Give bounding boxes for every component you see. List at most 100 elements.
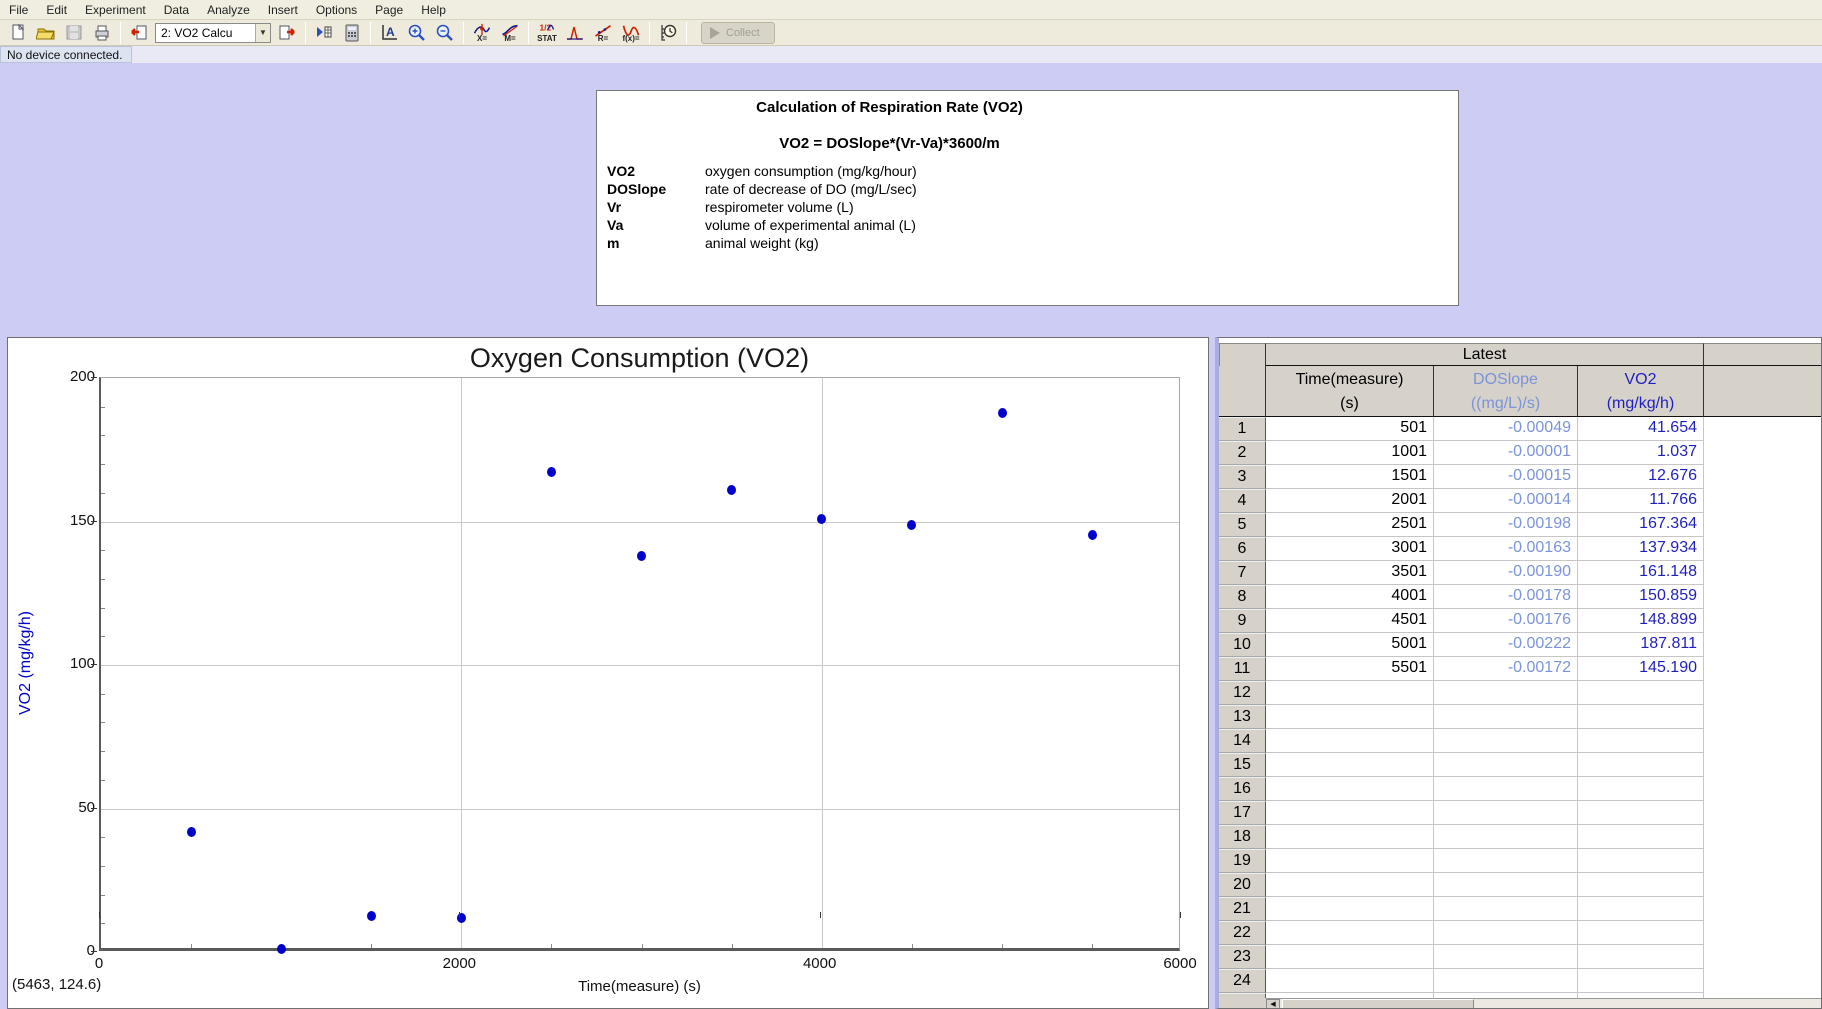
print-button[interactable]	[89, 21, 115, 45]
cell-doslope[interactable]	[1434, 753, 1578, 777]
chevron-down-icon[interactable]: ▼	[255, 24, 270, 42]
column-header-doslope[interactable]: DOSlope((mg/L)/s)	[1434, 366, 1578, 417]
cell-doslope[interactable]	[1434, 681, 1578, 705]
cell-vo2[interactable]	[1578, 849, 1704, 873]
cell-doslope[interactable]	[1434, 825, 1578, 849]
cell-doslope[interactable]: -0.00178	[1434, 585, 1578, 609]
cell-vo2[interactable]	[1578, 945, 1704, 969]
cell-doslope[interactable]	[1434, 777, 1578, 801]
cell-vo2[interactable]: 145.190	[1578, 657, 1704, 681]
cell-vo2[interactable]: 41.654	[1578, 417, 1704, 441]
data-collection-button[interactable]	[655, 21, 681, 45]
open-file-button[interactable]	[33, 21, 59, 45]
cell-doslope[interactable]	[1434, 801, 1578, 825]
table-horizontal-scrollbar[interactable]: ◀	[1266, 998, 1822, 1009]
cell-vo2[interactable]	[1578, 681, 1704, 705]
cell-time[interactable]	[1266, 825, 1434, 849]
zoom-in-button[interactable]	[404, 21, 430, 45]
data-browser-button[interactable]	[311, 21, 337, 45]
cell-doslope[interactable]: -0.00015	[1434, 465, 1578, 489]
menu-data[interactable]: Data	[155, 1, 198, 19]
new-file-button[interactable]	[5, 21, 31, 45]
tangent-button[interactable]: M=	[497, 21, 523, 45]
cell-vo2[interactable]: 148.899	[1578, 609, 1704, 633]
cell-time[interactable]: 1001	[1266, 441, 1434, 465]
cell-vo2[interactable]	[1578, 969, 1704, 993]
cell-time[interactable]	[1266, 753, 1434, 777]
cell-time[interactable]: 5001	[1266, 633, 1434, 657]
collect-button[interactable]: Collect	[701, 22, 775, 44]
cell-doslope[interactable]	[1434, 969, 1578, 993]
cell-vo2[interactable]	[1578, 897, 1704, 921]
cell-time[interactable]: 3501	[1266, 561, 1434, 585]
cell-vo2[interactable]: 1.037	[1578, 441, 1704, 465]
cell-time[interactable]: 501	[1266, 417, 1434, 441]
column-header-time[interactable]: Time(measure)(s)	[1266, 366, 1434, 417]
y-axis-label[interactable]: VO2 (mg/kg/h)	[17, 583, 35, 743]
cell-vo2[interactable]	[1578, 873, 1704, 897]
cell-doslope[interactable]: -0.00198	[1434, 513, 1578, 537]
formula-text-box[interactable]: Calculation of Respiration Rate (VO2) VO…	[596, 90, 1459, 306]
menu-analyze[interactable]: Analyze	[198, 1, 259, 19]
cell-time[interactable]: 2501	[1266, 513, 1434, 537]
cell-time[interactable]	[1266, 897, 1434, 921]
cell-doslope[interactable]	[1434, 873, 1578, 897]
cell-doslope[interactable]: -0.00049	[1434, 417, 1578, 441]
cell-time[interactable]	[1266, 681, 1434, 705]
linear-fit-button[interactable]: R=	[590, 21, 616, 45]
x-axis-label[interactable]: Time(measure) (s)	[99, 978, 1180, 995]
cell-doslope[interactable]	[1434, 705, 1578, 729]
cell-vo2[interactable]: 11.766	[1578, 489, 1704, 513]
page-selector-dropdown[interactable]: 2: VO2 Calcu▼	[155, 23, 271, 43]
previous-page-button[interactable]	[126, 21, 152, 45]
zoom-out-button[interactable]	[432, 21, 458, 45]
cell-doslope[interactable]: -0.00172	[1434, 657, 1578, 681]
cell-time[interactable]	[1266, 849, 1434, 873]
scroll-left-arrow-icon[interactable]: ◀	[1266, 999, 1280, 1009]
cell-doslope[interactable]	[1434, 921, 1578, 945]
cell-doslope[interactable]: -0.00190	[1434, 561, 1578, 585]
cell-doslope[interactable]: -0.00001	[1434, 441, 1578, 465]
scrollbar-thumb[interactable]	[1282, 999, 1474, 1009]
dataset-name[interactable]: Latest	[1266, 343, 1704, 366]
cell-time[interactable]	[1266, 705, 1434, 729]
save-file-button[interactable]	[61, 21, 87, 45]
cell-doslope[interactable]: -0.00163	[1434, 537, 1578, 561]
integral-button[interactable]	[562, 21, 588, 45]
curve-fit-button[interactable]: f(x)=	[618, 21, 644, 45]
cell-time[interactable]: 4001	[1266, 585, 1434, 609]
cell-vo2[interactable]: 137.934	[1578, 537, 1704, 561]
cell-doslope[interactable]	[1434, 849, 1578, 873]
cell-time[interactable]: 2001	[1266, 489, 1434, 513]
cell-time[interactable]: 1501	[1266, 465, 1434, 489]
cell-doslope[interactable]	[1434, 945, 1578, 969]
cell-vo2[interactable]	[1578, 705, 1704, 729]
cell-doslope[interactable]: -0.00014	[1434, 489, 1578, 513]
cell-time[interactable]	[1266, 729, 1434, 753]
examine-button[interactable]: X=	[469, 21, 495, 45]
plot-area[interactable]	[99, 377, 1180, 951]
cell-vo2[interactable]	[1578, 753, 1704, 777]
cell-time[interactable]	[1266, 777, 1434, 801]
cell-vo2[interactable]: 187.811	[1578, 633, 1704, 657]
cell-doslope[interactable]: -0.00222	[1434, 633, 1578, 657]
cell-doslope[interactable]	[1434, 897, 1578, 921]
calculator-button[interactable]	[339, 21, 365, 45]
menu-experiment[interactable]: Experiment	[76, 1, 155, 19]
cell-vo2[interactable]: 12.676	[1578, 465, 1704, 489]
cell-time[interactable]: 4501	[1266, 609, 1434, 633]
menu-help[interactable]: Help	[412, 1, 455, 19]
menu-insert[interactable]: Insert	[259, 1, 307, 19]
cell-vo2[interactable]	[1578, 801, 1704, 825]
cell-vo2[interactable]	[1578, 729, 1704, 753]
statistics-button[interactable]: 1/2STAT	[534, 21, 560, 45]
cell-time[interactable]	[1266, 921, 1434, 945]
cell-time[interactable]: 5501	[1266, 657, 1434, 681]
next-page-button[interactable]	[274, 21, 300, 45]
cell-doslope[interactable]: -0.00176	[1434, 609, 1578, 633]
cell-time[interactable]	[1266, 969, 1434, 993]
cell-vo2[interactable]: 167.364	[1578, 513, 1704, 537]
cell-time[interactable]: 3001	[1266, 537, 1434, 561]
cell-time[interactable]	[1266, 945, 1434, 969]
menu-options[interactable]: Options	[307, 1, 366, 19]
